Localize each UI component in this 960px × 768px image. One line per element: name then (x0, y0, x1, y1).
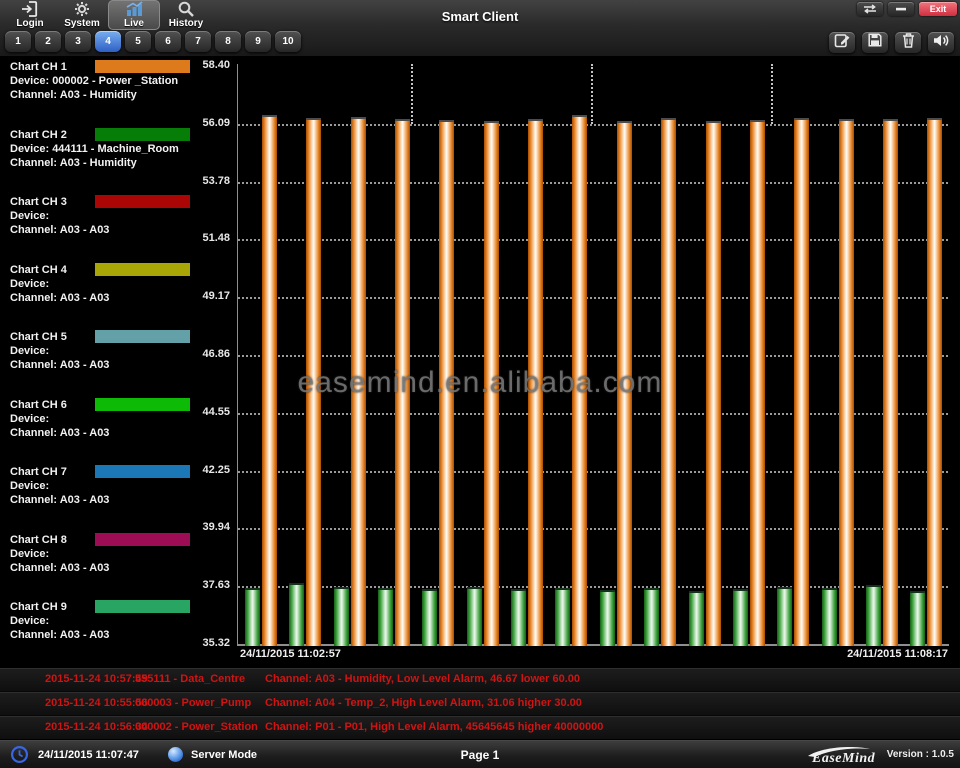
trash-icon-button[interactable] (895, 32, 921, 53)
bar-ch2 (422, 589, 437, 646)
tab-5[interactable]: 5 (125, 31, 151, 52)
y-tick-label: 42.25 (183, 464, 230, 476)
nav-label-history: History (169, 18, 203, 29)
exit-button[interactable]: Exit (919, 2, 957, 16)
alarm-message: Channel: A03 - Humidity, Low Level Alarm… (265, 673, 580, 685)
edit-icon (833, 32, 851, 54)
bar-ch2 (644, 588, 659, 646)
y-tick-label: 44.55 (183, 406, 230, 418)
minimize-icon[interactable] (888, 2, 914, 16)
bar-ch2 (555, 588, 570, 646)
alarm-log: 2015-11-24 10:57:49555111 - Data_Centre C… (0, 668, 960, 739)
easemind-logo: EaseMind (810, 747, 888, 765)
alarm-time: 2015-11-24 10:57:49 (45, 673, 148, 685)
brand-text: EaseMind (812, 751, 875, 767)
live-chart: easemind.en.alibaba.com 24/11/2015 11:02… (0, 56, 960, 668)
y-tick-label: 37.63 (183, 579, 230, 591)
x-axis-start-label: 24/11/2015 11:02:57 (240, 648, 341, 660)
tab-9[interactable]: 9 (245, 31, 271, 52)
bar-ch2 (822, 588, 837, 646)
tab-8[interactable]: 8 (215, 31, 241, 52)
watermark-text: easemind.en.alibaba.com (0, 366, 960, 400)
bar-ch2 (245, 588, 260, 646)
bar-ch2 (511, 589, 526, 646)
bar-ch2 (334, 587, 349, 646)
y-tick-label: 51.48 (183, 232, 230, 244)
tab-2[interactable]: 2 (35, 31, 61, 52)
alarm-time: 2015-11-24 10:55:56 (45, 697, 148, 709)
nav-label-live: Live (124, 18, 144, 29)
page-tabs: 12345678910 (5, 31, 301, 52)
alarm-row[interactable]: 2015-11-24 10:55:56000003 - Power_Pump Ch… (0, 692, 960, 715)
bar-ch2 (689, 591, 704, 646)
alarm-time: 2015-11-24 10:56:34 (45, 721, 148, 733)
v-gridline (591, 64, 593, 124)
bar-ch2 (289, 583, 304, 646)
toolbar-actions (829, 32, 954, 53)
login-icon (20, 0, 40, 18)
alarm-message: Channel: P01 - P01, High Level Alarm, 45… (265, 721, 603, 733)
version-label: Version : 1.0.5 (887, 749, 954, 760)
header: LoginSystemLiveHistory Smart Client Exit… (0, 0, 960, 57)
x-axis-end-label: 24/11/2015 11:08:17 (847, 648, 948, 660)
nav-item-system[interactable]: System (56, 0, 108, 30)
main-nav: Login System Live History (4, 0, 212, 30)
y-tick-label: 56.09 (183, 117, 230, 129)
tab-7[interactable]: 7 (185, 31, 211, 52)
bar-ch2 (600, 590, 615, 646)
tab-10[interactable]: 10 (275, 31, 301, 52)
tab-1[interactable]: 1 (5, 31, 31, 52)
nav-label-system: System (64, 18, 100, 29)
speaker-icon-button[interactable] (928, 32, 954, 53)
smart-client-window: LoginSystemLiveHistory Smart Client Exit… (0, 0, 960, 768)
speaker-icon (932, 33, 950, 53)
window-controls: Exit (857, 2, 957, 16)
bar-ch2 (733, 589, 748, 646)
tab-3[interactable]: 3 (65, 31, 91, 52)
bar-ch2 (777, 587, 792, 646)
bar-ch2 (910, 591, 925, 646)
alarm-device: 000002 - Power_Station (135, 721, 258, 733)
y-tick-label: 49.17 (183, 290, 230, 302)
y-tick-label: 35.32 (183, 637, 230, 649)
save-icon-button[interactable] (862, 32, 888, 53)
bar-ch2 (866, 585, 881, 646)
alarm-message: Channel: A04 - Temp_2, High Level Alarm,… (265, 697, 582, 709)
trash-icon (901, 32, 916, 54)
system-icon (72, 0, 92, 18)
nav-item-live[interactable]: Live (108, 0, 160, 30)
nav-item-history[interactable]: History (160, 0, 212, 30)
save-icon (867, 32, 883, 53)
v-gridline (411, 64, 413, 124)
alarm-row[interactable]: 2015-11-24 10:57:49555111 - Data_Centre C… (0, 668, 960, 691)
alarm-device: 555111 - Data_Centre (135, 673, 245, 685)
tab-6[interactable]: 6 (155, 31, 181, 52)
y-tick-label: 58.40 (183, 59, 230, 71)
tab-4[interactable]: 4 (95, 31, 121, 52)
alarm-row[interactable]: 2015-11-24 10:56:34000002 - Power_Statio… (0, 716, 960, 739)
live-icon (123, 0, 145, 18)
v-gridline (771, 64, 773, 124)
nav-item-login[interactable]: Login (4, 0, 56, 30)
bar-ch2 (378, 588, 393, 646)
alarm-device: 000003 - Power_Pump (135, 697, 251, 709)
status-bar: 24/11/2015 11:07:47 Server Mode Page 1 E… (0, 740, 960, 768)
y-tick-label: 53.78 (183, 175, 230, 187)
bar-ch2 (467, 587, 482, 646)
history-icon (176, 0, 196, 18)
edit-icon-button[interactable] (829, 32, 855, 53)
y-tick-label: 46.86 (183, 348, 230, 360)
y-tick-label: 39.94 (183, 521, 230, 533)
refresh-icon[interactable] (857, 2, 883, 16)
nav-label-login: Login (16, 18, 43, 29)
